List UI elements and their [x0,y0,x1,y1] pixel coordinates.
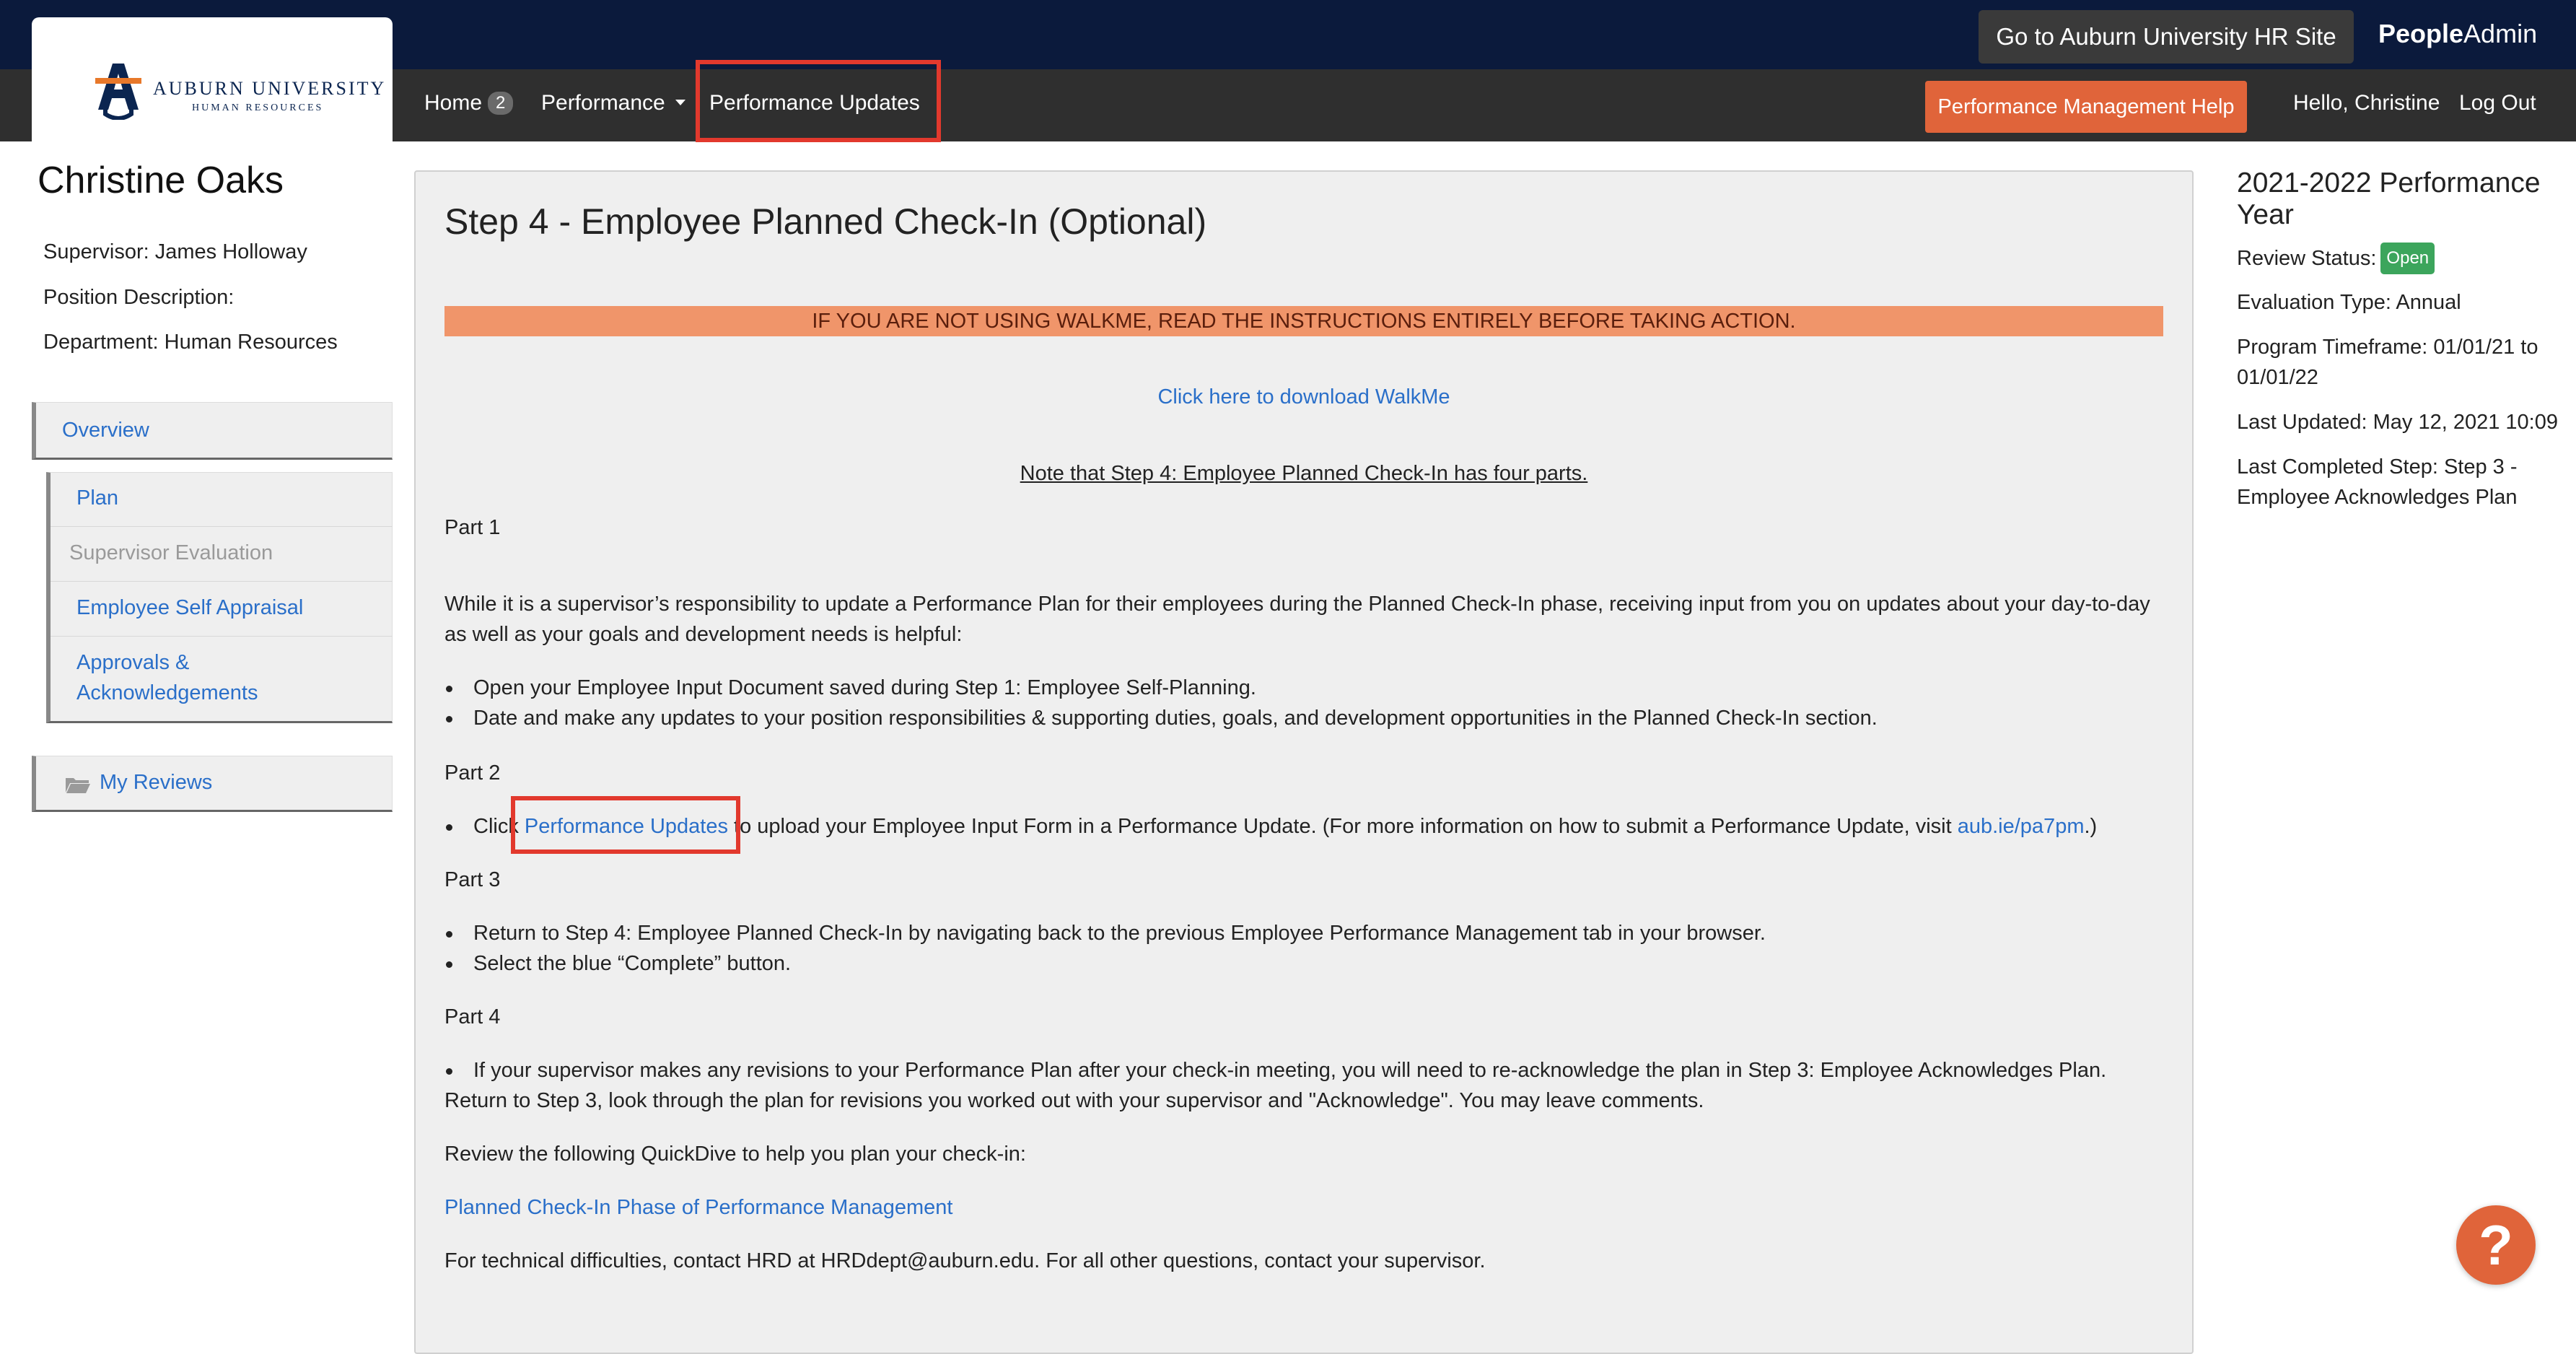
nav-performance-label: Performance [541,91,665,115]
list-item: Return to Step 4: Employee Planned Check… [446,918,2147,948]
nav-home-label: Home [424,91,483,115]
walkme-warning-banner: IF YOU ARE NOT USING WALKME, READ THE IN… [444,306,2163,336]
performance-help-button[interactable]: Performance Management Help [1925,81,2247,133]
part3-heading: Part 3 [444,868,501,891]
review-status-label: Review Status: [2237,247,2377,270]
nav-home[interactable]: Home 2 [424,91,514,115]
download-walkme-link[interactable]: Click here to download WalkMe [444,385,2163,409]
list-item: Select the blue “Complete” button. [446,948,2147,979]
review-status: Review Status: Open [2237,243,2569,274]
divider [51,581,393,582]
performance-year-title: 2021-2022 Performance Year [2237,167,2541,230]
divider [51,636,393,637]
position-description-info: Position Description: [43,286,235,309]
step-content-panel: Step 4 - Employee Planned Check-In (Opti… [414,170,2194,1354]
four-parts-note: Note that Step 4: Employee Planned Check… [1020,462,1588,485]
part2-heading: Part 2 [444,761,501,785]
my-reviews-nav: My Reviews [32,756,393,812]
step-nav-list: Plan Supervisor Evaluation Employee Self… [46,472,393,723]
my-reviews-link[interactable]: My Reviews [100,771,212,795]
evaluation-type: Evaluation Type: Annual [2237,291,2461,314]
page-title: Step 4 - Employee Planned Check-In (Opti… [444,201,1207,242]
folder-open-icon [66,778,90,793]
part4-heading: Part 4 [444,1005,501,1028]
au-logo-icon [95,64,141,120]
last-completed-step: Last Completed Step: Step 3 - Employee A… [2237,455,2518,509]
logo-title: AUBURN UNIVERSITY [153,78,387,99]
department-info: Department: Human Resources [43,331,338,354]
contact-info: For technical difficulties, contact HRD … [444,1249,1486,1272]
caret-down-icon [675,100,685,105]
step-approvals-link[interactable]: Approvals & Acknowledgements [76,647,293,708]
hr-site-button[interactable]: Go to Auburn University HR Site [1979,10,2354,64]
employee-name: Christine Oaks [38,160,284,201]
logout-link[interactable]: Log Out [2459,91,2536,115]
user-greeting[interactable]: Hello, Christine [2293,91,2440,115]
part2-text-post: .) [2084,815,2098,838]
pa7pm-link[interactable]: aub.ie/pa7pm [1958,815,2085,838]
quickdive-link[interactable]: Planned Check-In Phase of Performance Ma… [444,1192,2155,1223]
home-count-badge: 2 [488,92,514,115]
divider [51,526,393,527]
step-self-appraisal-link[interactable]: Employee Self Appraisal [76,593,303,623]
peopleadmin-brand: PeopleAdmin [2378,19,2538,48]
part1-intro: While it is a supervisor’s responsibilit… [444,593,2150,646]
part2-text-mid: to upload your Employee Input Form in a … [727,815,1958,838]
step-plan-link[interactable]: Plan [76,483,118,513]
nav-performance-dropdown[interactable]: Performance [541,91,685,115]
last-updated: Last Updated: May 12, 2021 10:09 [2237,411,2558,434]
step-supervisor-evaluation: Supervisor Evaluation [69,541,273,564]
logo-subtitle: HUMAN RESOURCES [192,102,324,113]
university-logo[interactable]: AUBURN UNIVERSITY HUMAN RESOURCES [32,17,393,141]
part4-continuation: Return to Step 3, look through the plan … [444,1089,1704,1112]
help-question-icon[interactable]: ? [2456,1205,2536,1285]
program-timeframe: Program Timeframe: 01/01/21 to 01/01/22 [2237,336,2538,389]
list-item: Open your Employee Input Document saved … [446,673,2147,703]
list-item: If your supervisor makes any revisions t… [446,1055,2147,1086]
status-badge: Open [2380,243,2435,274]
part1-heading: Part 1 [444,516,501,539]
quickdive-intro: Review the following QuickDive to help y… [444,1143,1026,1166]
overview-nav: Overview [32,402,393,460]
highlight-box-link [511,796,740,854]
supervisor-info: Supervisor: James Holloway [43,240,307,263]
list-item: Date and make any updates to your positi… [446,703,2147,733]
highlight-box-nav [696,60,941,142]
overview-link[interactable]: Overview [62,419,149,442]
